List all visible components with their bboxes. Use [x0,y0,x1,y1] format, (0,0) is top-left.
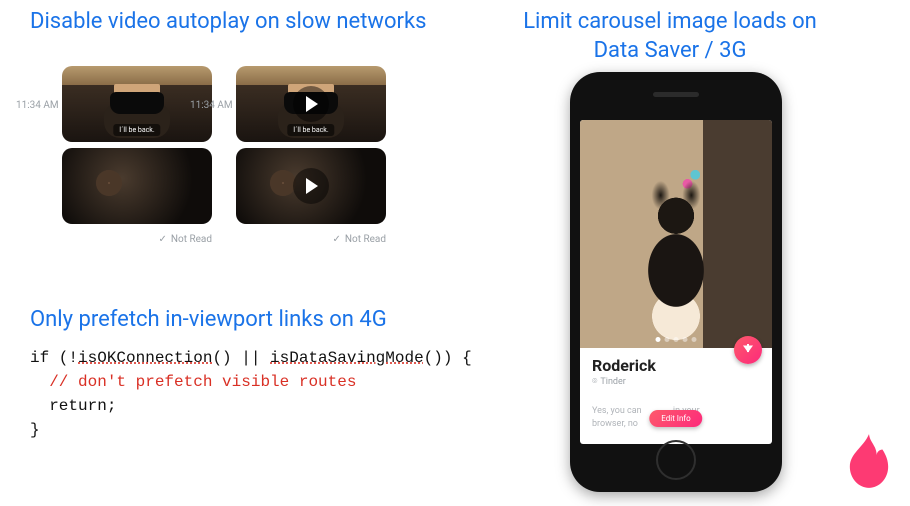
heading-video-autoplay: Disable video autoplay on slow networks [30,8,426,37]
code-text: ()) { [424,349,472,367]
carousel-dot[interactable] [692,337,697,342]
read-status-text: Not Read [171,234,212,245]
profile-card: Roderick ⌾ Tinder Yes, you can in your b… [580,348,772,430]
code-snippet: if (!isOKConnection() || isDataSavingMod… [30,346,472,442]
code-text: () || [212,349,270,367]
edit-info-button[interactable]: Edit Info [649,410,702,427]
profile-photo[interactable] [580,120,772,348]
check-icon: ✓ [332,234,340,245]
phone-screen: Roderick ⌾ Tinder Yes, you can in your b… [580,120,772,444]
tinder-logo-icon [846,434,892,488]
play-icon[interactable] [293,168,329,204]
check-icon: ✓ [158,234,166,245]
video-thumb-3: I´ll be back. [236,66,386,142]
code-fn-2: isDataSavingMode [270,349,424,367]
heading-carousel: Limit carousel image loads on Data Saver… [500,8,840,65]
carousel-dot[interactable] [683,337,688,342]
read-status-text: Not Read [345,234,386,245]
code-text: return; [30,397,116,415]
video-thumbnails: 11:34 AM I´ll be back. ✓ Not Read 11:34 … [62,66,386,245]
link-icon: ⌾ [592,377,597,387]
profile-source: ⌾ Tinder [592,377,760,387]
code-text: } [30,421,40,439]
video-caption: I´ll be back. [287,124,334,136]
video-caption: I´ll be back. [113,124,160,136]
timestamp: 11:34 AM [190,100,233,111]
video-thumb-2 [62,148,212,224]
carousel-dot[interactable] [674,337,679,342]
carousel-dot[interactable] [656,337,661,342]
profile-desc-part: browser, no [592,419,638,429]
timestamp: 11:34 AM [16,100,59,111]
video-col-autoplay: 11:34 AM I´ll be back. ✓ Not Read [62,66,212,245]
code-text: if (! [30,349,78,367]
read-status: ✓ Not Read [62,234,212,245]
code-fn-1: isOKConnection [78,349,212,367]
heading-prefetch: Only prefetch in-viewport links on 4G [30,306,387,335]
profile-desc-part: Yes, you can [592,406,642,416]
profile-source-text: Tinder [600,377,625,387]
video-col-no-autoplay: 11:34 AM I´ll be back. ✓ Not Read [236,66,386,245]
video-thumb-4 [236,148,386,224]
code-comment: // don't prefetch visible routes [30,373,356,391]
profile-name: Roderick [592,356,760,375]
carousel-dot[interactable] [665,337,670,342]
carousel-dots [656,337,697,342]
read-status: ✓ Not Read [236,234,386,245]
play-icon[interactable] [293,86,329,122]
phone-frame: Roderick ⌾ Tinder Yes, you can in your b… [570,72,782,492]
